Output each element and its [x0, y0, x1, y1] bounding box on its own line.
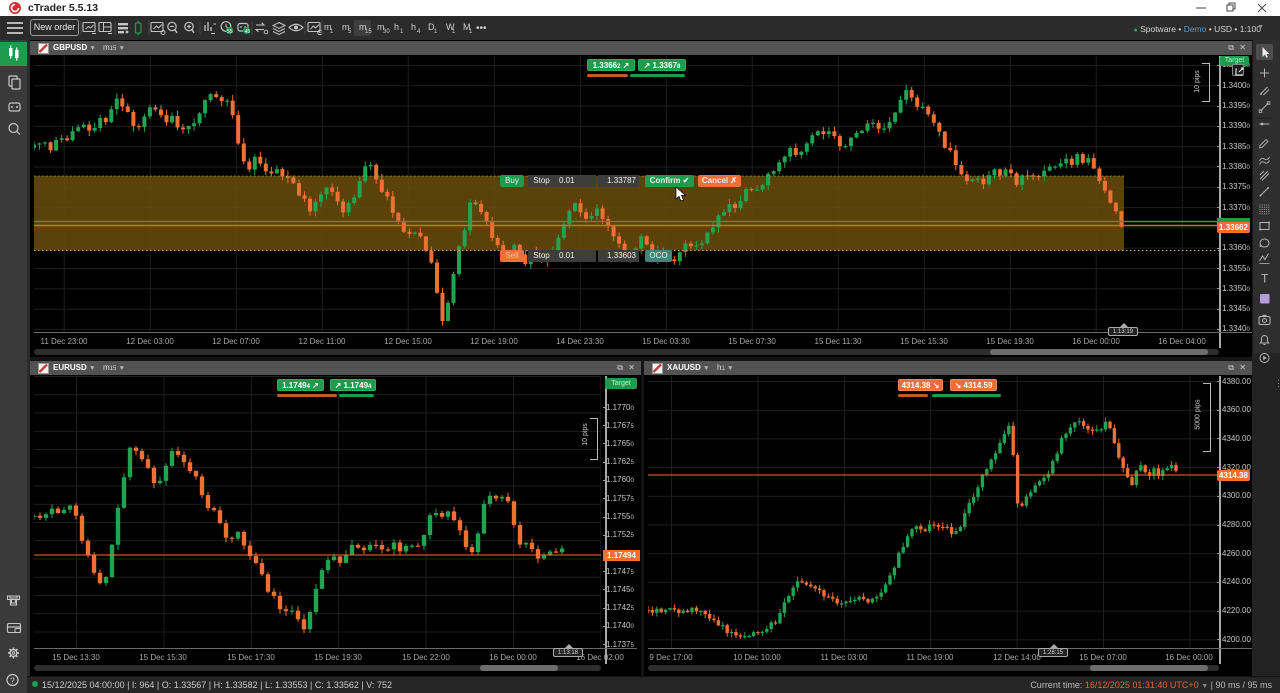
- svg-text:h: h: [411, 22, 416, 32]
- svg-text:h: h: [394, 22, 399, 32]
- svg-text:1: 1: [469, 29, 473, 35]
- svg-text:55: 55: [227, 29, 233, 35]
- svg-text:4: 4: [417, 29, 421, 35]
- svg-text:•••: •••: [476, 23, 487, 34]
- svg-text:5: 5: [348, 29, 352, 35]
- svg-text:45: 45: [245, 29, 251, 35]
- svg-text:T: T: [1261, 272, 1269, 286]
- svg-text:1: 1: [400, 29, 404, 35]
- svg-text:1: 1: [452, 29, 456, 35]
- svg-text:30: 30: [383, 29, 390, 35]
- svg-text:15: 15: [365, 29, 372, 35]
- svg-text:1: 1: [434, 29, 438, 35]
- svg-text:1: 1: [330, 29, 334, 35]
- svg-text:?: ?: [10, 676, 15, 686]
